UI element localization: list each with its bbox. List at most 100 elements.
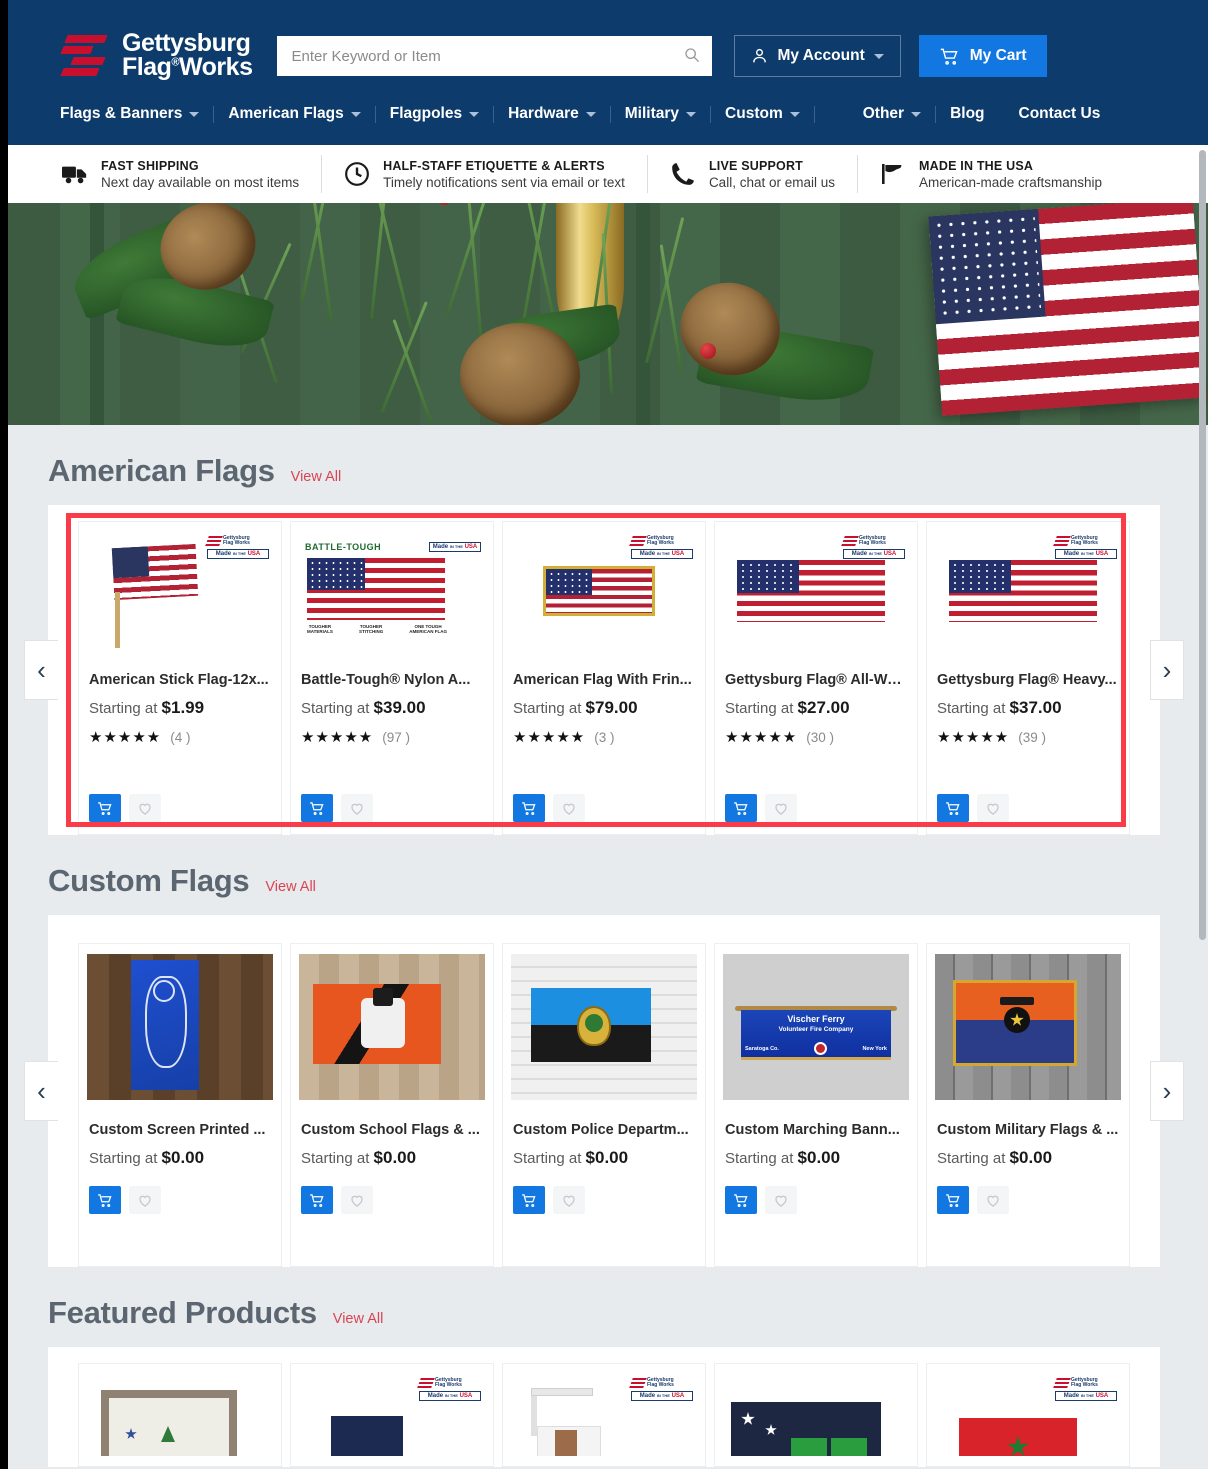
add-to-cart-button[interactable] [937, 1186, 969, 1214]
clock-icon [345, 162, 370, 186]
product-title[interactable]: Custom Screen Printed ... [87, 1122, 273, 1138]
search-bar[interactable] [277, 36, 713, 76]
view-all-link-american-flags[interactable]: View All [291, 469, 342, 485]
nav-item-flagpoles[interactable]: Flagpoles [390, 105, 480, 123]
rating-stars: ★★★★★ [89, 729, 162, 746]
product-card[interactable]: Gettysburg Flag Works Made IN THE USA Get… [926, 521, 1130, 835]
add-to-wishlist-button[interactable] [129, 794, 161, 822]
nav-item-hardware[interactable]: Hardware [508, 105, 596, 123]
product-card[interactable]: Gettysburg Flag Works Made IN THE USA [290, 1363, 494, 1467]
add-to-wishlist-button[interactable] [977, 1186, 1009, 1214]
product-actions [935, 1186, 1121, 1216]
product-card[interactable]: Gettysburg Flag Works Made IN THE USA Ame… [78, 521, 282, 835]
product-title[interactable]: Custom Police Departm... [511, 1122, 697, 1138]
product-card[interactable]: BATTLE-TOUGH TOUGHER MATERIALS TOUGHER STI… [290, 521, 494, 835]
add-to-cart-button[interactable] [301, 1186, 333, 1214]
add-to-wishlist-button[interactable] [129, 1186, 161, 1214]
product-title[interactable]: Custom Military Flags & ... [935, 1122, 1121, 1138]
rating-stars: ★★★★★ [937, 729, 1010, 746]
add-to-cart-button[interactable] [937, 794, 969, 822]
my-cart-button[interactable]: My Cart [918, 35, 1047, 77]
add-to-cart-button[interactable] [513, 1186, 545, 1214]
feature-live-support[interactable]: LIVE SUPPORT Call, chat or email us [646, 155, 857, 193]
product-card[interactable]: Gettysburg Flag Works Made IN THE USA [926, 1363, 1130, 1467]
feature-subtitle: Timely notifications sent via email or t… [383, 174, 625, 190]
feature-subtitle: Call, chat or email us [708, 174, 835, 190]
feature-half-staff-alerts[interactable]: HALF-STAFF ETIQUETTE & ALERTS Timely not… [321, 155, 647, 193]
product-card[interactable]: Gettysburg Flag Works Made IN THE USA Get… [714, 521, 918, 835]
carousel-next-american-flags[interactable]: › [1150, 640, 1184, 700]
add-to-wishlist-button[interactable] [341, 794, 373, 822]
product-title[interactable]: American Stick Flag-12x... [87, 672, 273, 688]
my-account-button[interactable]: My Account [734, 35, 901, 77]
product-title[interactable]: Gettysburg Flag® All-We... [723, 672, 909, 688]
carousel-prev-custom-flags[interactable]: ‹ [24, 1061, 58, 1121]
product-title[interactable]: Custom School Flags & ... [299, 1122, 485, 1138]
product-card[interactable] [78, 1363, 282, 1467]
product-image [935, 954, 1121, 1100]
product-card[interactable]: Gettysburg Flag Works Made IN THE USA Ame… [502, 521, 706, 835]
carousel-prev-american-flags[interactable]: ‹ [24, 640, 58, 700]
product-image: Gettysburg Flag Works Made IN THE USA [935, 532, 1121, 650]
nav-item-military[interactable]: Military [625, 105, 697, 123]
product-card[interactable]: Custom Military Flags & ... Starting at … [926, 943, 1130, 1267]
nav-item-custom[interactable]: Custom [725, 105, 800, 123]
site-header: Gettysburg Flag®Works My Account [0, 0, 1208, 145]
add-to-wishlist-button[interactable] [977, 794, 1009, 822]
add-to-cart-button[interactable] [89, 1186, 121, 1214]
search-input[interactable] [277, 36, 713, 76]
logo-wordmark: Gettysburg Flag®Works [122, 31, 253, 80]
product-card[interactable]: Vischer Ferry Volunteer Fire Company Sar… [714, 943, 918, 1267]
page-scrollbar[interactable] [1198, 0, 1208, 1469]
feature-made-in-usa[interactable]: MADE IN THE USA American-made craftsmans… [857, 155, 1124, 193]
add-to-wishlist-button[interactable] [765, 794, 797, 822]
nav-divider [609, 105, 611, 123]
add-to-cart-button[interactable] [89, 794, 121, 822]
scrollbar-thumb[interactable] [1199, 150, 1206, 940]
view-all-link-custom-flags[interactable]: View All [265, 879, 316, 895]
product-card[interactable]: Custom Police Departm... Starting at $0.… [502, 943, 706, 1267]
product-card[interactable] [714, 1363, 918, 1467]
nav-item-blog[interactable]: Blog [950, 105, 984, 123]
cart-icon [940, 48, 958, 65]
feature-fast-shipping[interactable]: FAST SHIPPING Next day available on most… [40, 155, 321, 193]
chevron-down-icon [789, 111, 800, 117]
view-all-link-featured-products[interactable]: View All [333, 1311, 384, 1327]
add-to-cart-button[interactable] [301, 794, 333, 822]
heart-icon [987, 803, 999, 815]
add-to-wishlist-button[interactable] [553, 1186, 585, 1214]
review-count: (97 ) [382, 729, 411, 745]
carousel-next-custom-flags[interactable]: › [1150, 1061, 1184, 1121]
add-to-cart-button[interactable] [513, 794, 545, 822]
product-image [723, 1374, 909, 1456]
product-card[interactable]: Gettysburg Flag Works Made IN THE USA [502, 1363, 706, 1467]
product-card[interactable]: Custom Screen Printed ... Starting at $0… [78, 943, 282, 1267]
heart-icon [563, 1195, 575, 1207]
nav-item-other[interactable]: Other [863, 105, 922, 123]
add-to-wishlist-button[interactable] [341, 1186, 373, 1214]
banner-line-2: Volunteer Fire Company [778, 1026, 854, 1033]
product-title[interactable]: Gettysburg Flag® Heavy... [935, 672, 1121, 688]
banner-line-1: Vischer Ferry [787, 1014, 845, 1024]
nav-item-american-flags[interactable]: American Flags [228, 105, 361, 123]
add-to-wishlist-button[interactable] [553, 794, 585, 822]
search-icon[interactable] [684, 47, 700, 63]
nav-label: American Flags [228, 105, 344, 122]
product-title[interactable]: Custom Marching Bann... [723, 1122, 909, 1138]
product-title[interactable]: Battle-Tough® Nylon A... [299, 672, 485, 688]
hero-banner[interactable] [0, 203, 1208, 425]
nav-item-flags-banners[interactable]: Flags & Banners [60, 105, 200, 123]
add-to-wishlist-button[interactable] [765, 1186, 797, 1214]
product-title[interactable]: American Flag With Frin... [511, 672, 697, 688]
add-to-cart-button[interactable] [725, 1186, 757, 1214]
my-account-label: My Account [777, 47, 865, 64]
studio-background: Vischer Ferry Volunteer Fire Company Sar… [723, 954, 909, 1100]
section-header-custom-flags: Custom Flags View All [0, 835, 1208, 915]
product-card[interactable]: Custom School Flags & ... Starting at $0… [290, 943, 494, 1267]
site-logo[interactable]: Gettysburg Flag®Works [60, 31, 253, 80]
nav-item-contact-us[interactable]: Contact Us [1019, 105, 1101, 123]
add-to-cart-button[interactable] [725, 794, 757, 822]
chevron-down-icon [189, 111, 200, 117]
carousel-featured-products: Gettysburg Flag Works Made IN THE USA Ge… [48, 1347, 1160, 1467]
cart-icon [734, 1193, 748, 1207]
